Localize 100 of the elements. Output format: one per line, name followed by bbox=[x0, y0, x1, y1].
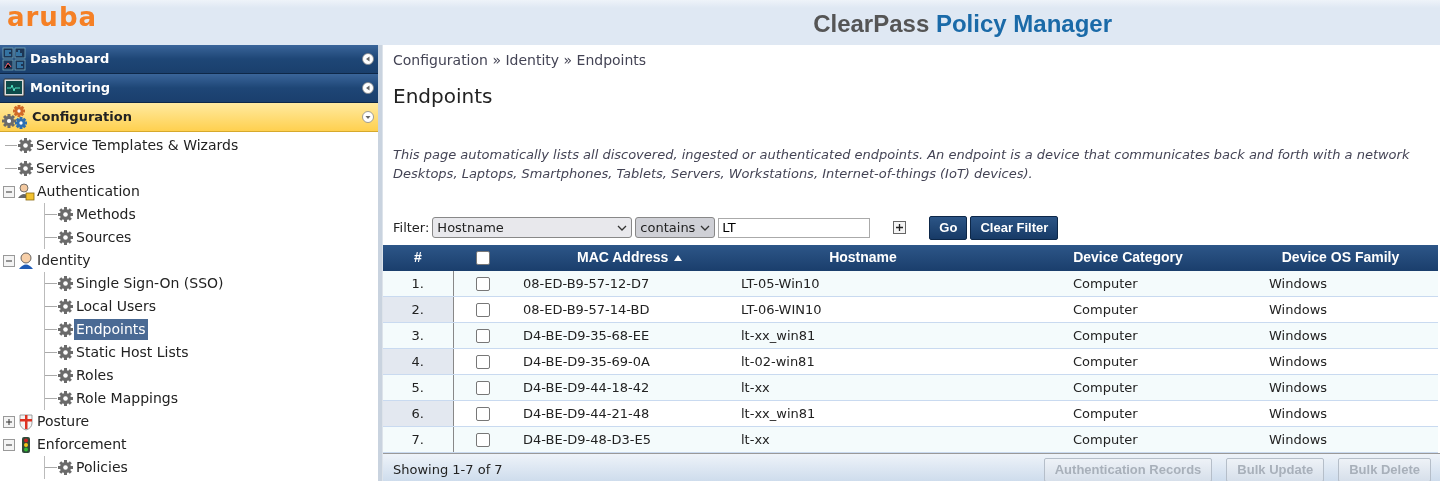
table-cell: D4-BE-D9-44-21-48 bbox=[523, 405, 650, 421]
table-cell: Computer bbox=[1073, 431, 1138, 447]
user-lock-icon bbox=[17, 182, 35, 201]
row-number: 5. bbox=[411, 379, 424, 395]
row-checkbox[interactable] bbox=[476, 329, 491, 344]
breadcrumb: Configuration » Identity » Endpoints bbox=[393, 51, 648, 70]
row-checkbox[interactable] bbox=[476, 381, 491, 396]
expand-icon[interactable] bbox=[362, 82, 374, 94]
gear-icon bbox=[17, 160, 34, 177]
row-number: 7. bbox=[411, 431, 424, 447]
table-cell: Windows bbox=[1269, 275, 1328, 291]
tree-item[interactable]: Sources bbox=[74, 227, 134, 248]
table-cell: Computer bbox=[1073, 327, 1138, 343]
tree-item[interactable]: Endpoints bbox=[74, 319, 148, 340]
row-checkbox[interactable] bbox=[476, 407, 491, 422]
table-cell: 08-ED-B9-57-14-BD bbox=[523, 301, 650, 317]
table-cell: D4-BE-D9-44-18-42 bbox=[523, 379, 650, 395]
expand-toggle[interactable] bbox=[3, 415, 15, 428]
row-number: 4. bbox=[411, 353, 424, 369]
gear-icon bbox=[57, 367, 74, 384]
shield-icon bbox=[17, 412, 35, 431]
row-checkbox[interactable] bbox=[476, 277, 491, 291]
table-cell: lt-xx_win81 bbox=[741, 327, 816, 343]
app-title: ClearPass Policy Manager bbox=[813, 9, 1112, 39]
dropdown[interactable]: Hostname bbox=[432, 217, 633, 239]
gear-icon bbox=[17, 137, 34, 154]
row-checkbox[interactable] bbox=[476, 433, 491, 448]
row-number: 3. bbox=[411, 327, 424, 343]
table-cell: 08-ED-B9-57-12-D7 bbox=[523, 275, 650, 291]
gear-icon bbox=[57, 390, 74, 407]
row-checkbox[interactable] bbox=[476, 303, 491, 318]
table-cell: LT-05-Win10 bbox=[741, 275, 820, 291]
person-icon bbox=[17, 251, 35, 270]
caret-icon bbox=[617, 223, 628, 232]
gear-icon bbox=[57, 298, 74, 315]
tree-item[interactable]: Enforcement bbox=[35, 434, 129, 455]
table-cell: D4-BE-D9-35-68-EE bbox=[523, 327, 650, 343]
expand-icon[interactable] bbox=[362, 53, 374, 65]
table-cell: Computer bbox=[1073, 353, 1138, 369]
gear-icon bbox=[57, 344, 74, 361]
table-cell: Computer bbox=[1073, 301, 1138, 317]
tree-item[interactable]: Service Templates & Wizards bbox=[34, 135, 241, 156]
tree-item[interactable]: Methods bbox=[74, 204, 138, 225]
filter-label: Filter: bbox=[393, 219, 430, 237]
page-title: Endpoints bbox=[393, 83, 494, 110]
logo: aruba bbox=[7, 4, 98, 34]
tree-item[interactable]: Services bbox=[34, 158, 98, 179]
tree-item[interactable]: Role Mappings bbox=[74, 388, 180, 409]
expand-toggle[interactable] bbox=[3, 254, 15, 267]
expand-toggle[interactable] bbox=[3, 438, 15, 451]
tree-item[interactable]: Local Users bbox=[74, 296, 158, 317]
select-all-checkbox[interactable] bbox=[476, 251, 490, 266]
tree-item[interactable]: Single Sign-On (SSO) bbox=[74, 273, 226, 294]
add-icon[interactable] bbox=[893, 221, 907, 235]
row-checkbox[interactable] bbox=[476, 355, 491, 370]
tree-item[interactable]: Authentication bbox=[35, 181, 142, 202]
column-header[interactable]: # bbox=[414, 249, 422, 265]
gear-icon bbox=[57, 206, 74, 223]
table-cell: lt-xx bbox=[741, 379, 770, 395]
monitor-icon bbox=[2, 76, 26, 100]
gear-icon bbox=[57, 321, 74, 338]
table-cell: Windows bbox=[1269, 301, 1328, 317]
table-cell: Windows bbox=[1269, 405, 1328, 421]
table-cell: D4-BE-D9-48-D3-E5 bbox=[523, 431, 651, 447]
column-header[interactable]: Hostname bbox=[829, 249, 897, 265]
record-count: Showing 1-7 of 7 bbox=[393, 461, 503, 480]
filter-input[interactable]: LT bbox=[718, 217, 871, 238]
tree-item[interactable]: Identity bbox=[35, 250, 93, 271]
gear-icon bbox=[57, 229, 74, 246]
nav-section-header[interactable]: Monitoring bbox=[0, 74, 378, 103]
tree-item[interactable]: Static Host Lists bbox=[74, 342, 191, 363]
gear-icon bbox=[57, 459, 74, 476]
nav-section-header[interactable]: Configuration bbox=[0, 103, 378, 132]
table-cell: Windows bbox=[1269, 353, 1328, 369]
gears-icon bbox=[2, 104, 28, 130]
gear-icon bbox=[57, 275, 74, 292]
filter-button[interactable]: Clear Filter bbox=[970, 216, 1059, 240]
expand-toggle[interactable] bbox=[3, 185, 15, 198]
tree-item[interactable]: Policies bbox=[74, 457, 130, 478]
nav-section-header[interactable]: Dashboard bbox=[0, 45, 378, 74]
table-cell: lt-02-win81 bbox=[741, 353, 815, 369]
table-cell: Windows bbox=[1269, 431, 1328, 447]
collapse-icon[interactable] bbox=[362, 111, 374, 123]
table-cell: Windows bbox=[1269, 327, 1328, 343]
dashboard-icon bbox=[2, 47, 26, 71]
table-cell: D4-BE-D9-35-69-0A bbox=[523, 353, 650, 369]
table-cell: Computer bbox=[1073, 275, 1138, 291]
tree-item[interactable]: Roles bbox=[74, 365, 116, 386]
tree-item[interactable]: Posture bbox=[35, 411, 92, 432]
table-cell: lt-xx bbox=[741, 431, 770, 447]
row-number: 6. bbox=[411, 405, 424, 421]
row-number: 1. bbox=[411, 275, 424, 291]
filter-button[interactable]: Go bbox=[929, 216, 968, 240]
table-cell: lt-xx_win81 bbox=[741, 405, 816, 421]
table-cell: Computer bbox=[1073, 405, 1138, 421]
description: This page automatically lists all discovered, ingested or authenticated endpoints. An endpoint is a device that communicates back and forth with a network Desktops, Laptops, Smartphones, Tablets, Servers, Workstations, Internet-of-things (IoT) devices). bbox=[393, 146, 1411, 183]
table-cell: LT-06-WIN10 bbox=[741, 301, 822, 317]
dropdown[interactable]: contains bbox=[635, 217, 716, 239]
sort-ascending-icon[interactable] bbox=[673, 254, 684, 263]
row-number: 2. bbox=[411, 301, 424, 317]
